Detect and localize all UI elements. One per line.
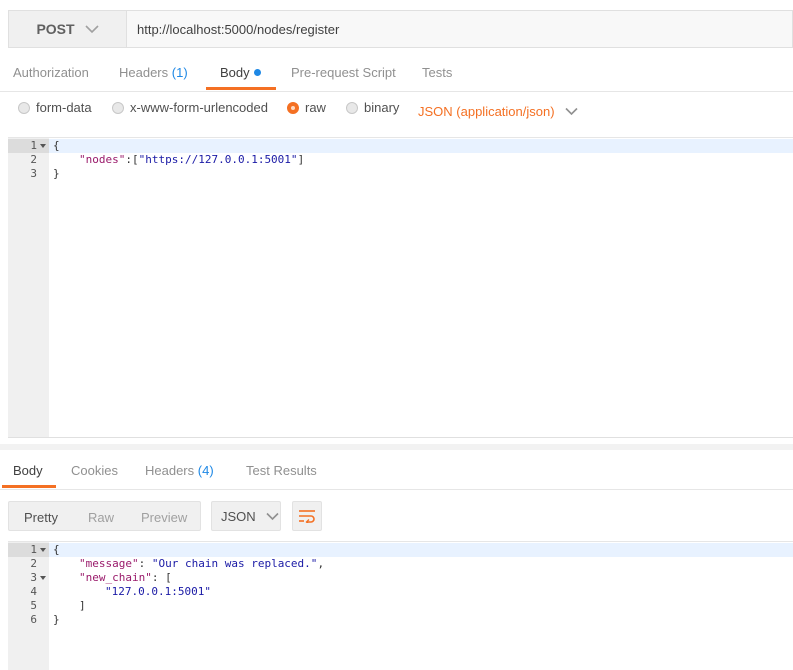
tab-authorization[interactable]: Authorization [13, 58, 89, 92]
content-type-label: JSON (application/json) [418, 104, 555, 119]
radio-label: form-data [36, 100, 92, 115]
code-text: } [53, 613, 60, 626]
method-dropdown[interactable]: POST [8, 10, 126, 48]
view-pretty-button[interactable]: Pretty [24, 510, 58, 525]
radio-x-www-form-urlencoded[interactable]: x-www-form-urlencoded [112, 100, 268, 115]
wrap-lines-icon [299, 510, 315, 523]
content-type-dropdown[interactable]: JSON (application/json) [418, 104, 578, 119]
json-string: "Our chain was replaced." [151, 557, 318, 570]
code-line: 3 } [8, 167, 793, 181]
modified-dot-icon [253, 69, 261, 76]
code-text: "nodes":["https://127.0.0.1:5001"] [79, 153, 304, 167]
code-line: 6 } [8, 613, 793, 627]
line-number: 5 [30, 599, 37, 612]
view-mode-group: Pretty Raw Preview [8, 501, 201, 531]
json-punct: ] [297, 153, 305, 166]
tab-label: Headers [145, 463, 195, 478]
radio-circle [18, 101, 30, 114]
tab-cookies[interactable]: Cookies [71, 456, 118, 490]
json-string: "https://127.0.0.1:5001" [138, 153, 298, 166]
active-tab-indicator [206, 87, 276, 90]
line-number: 3 [30, 167, 37, 180]
code-text: "message": "Our chain was replaced.", [79, 557, 324, 571]
tab-label: Test Results [246, 463, 317, 478]
response-format-label: JSON [221, 508, 256, 524]
radio-label: binary [364, 100, 400, 115]
wrap-lines-button[interactable] [292, 501, 322, 531]
radio-circle [112, 101, 124, 114]
json-string: "127.0.0.1:5001" [105, 585, 211, 598]
code-line: 3 "new_chain": [ [8, 571, 793, 585]
code-line: 1 { [8, 139, 793, 153]
tab-label: Authorization [13, 65, 89, 80]
response-format-dropdown[interactable]: JSON [211, 501, 281, 531]
tab-pre-request-script[interactable]: Pre-request Script [291, 58, 396, 92]
line-number: 2 [30, 557, 37, 570]
json-key: "message" [79, 557, 139, 570]
json-key: "nodes" [79, 153, 126, 166]
radio-form-data[interactable]: form-data [18, 100, 92, 115]
body-type-selector: form-data x-www-form-urlencoded raw bina… [0, 96, 793, 128]
json-punct: : [ [151, 571, 172, 584]
tab-label: Body [220, 65, 250, 80]
tab-label: Body [13, 463, 43, 478]
line-number: 6 [30, 613, 37, 626]
json-punct: : [138, 557, 152, 570]
tab-test-results[interactable]: Test Results [246, 456, 317, 490]
editor-gutter [8, 138, 49, 437]
radio-circle-selected [287, 101, 299, 114]
chevron-down-icon [564, 107, 578, 116]
request-body-editor[interactable]: 1 { 2 "nodes":["https://127.0.0.1:5001"]… [8, 137, 793, 438]
fold-arrow-icon[interactable] [40, 576, 46, 580]
fold-arrow-icon[interactable] [40, 548, 46, 552]
response-divider[interactable] [0, 444, 793, 450]
headers-count-badge: (1) [171, 65, 188, 80]
tab-headers[interactable]: Headers (1) [119, 58, 188, 92]
tab-label: Cookies [71, 463, 118, 478]
tab-label: Headers [119, 65, 169, 80]
code-line: 2 "message": "Our chain was replaced.", [8, 557, 793, 571]
radio-label: x-www-form-urlencoded [130, 100, 268, 115]
radio-raw[interactable]: raw [287, 100, 326, 115]
code-text: { [53, 543, 60, 556]
fold-arrow-icon[interactable] [40, 144, 46, 148]
headers-count-badge: (4) [197, 463, 214, 478]
radio-circle [346, 101, 358, 114]
code-text: ] [79, 599, 86, 612]
code-text: "new_chain": [ [79, 571, 172, 585]
tab-label: Tests [422, 65, 453, 80]
json-punct: , [317, 557, 325, 570]
radio-label: raw [305, 100, 326, 115]
code-line: 2 "nodes":["https://127.0.0.1:5001"] [8, 153, 793, 167]
code-line: 5 ] [8, 599, 793, 613]
code-text: { [53, 139, 60, 152]
tab-label: Pre-request Script [291, 65, 396, 80]
response-tabs: Body Cookies Headers (4) Test Results [0, 456, 793, 490]
view-preview-button[interactable]: Preview [141, 510, 187, 525]
url-text: http://localhost:5000/nodes/register [137, 21, 340, 37]
url-input[interactable]: http://localhost:5000/nodes/register [126, 10, 793, 48]
json-punct: :[ [125, 153, 139, 166]
method-label: POST [36, 21, 75, 37]
radio-binary[interactable]: binary [346, 100, 399, 115]
code-line: 4 "127.0.0.1:5001" [8, 585, 793, 599]
tab-response-headers[interactable]: Headers (4) [145, 456, 214, 490]
chevron-down-icon [84, 25, 99, 34]
view-raw-button[interactable]: Raw [88, 510, 114, 525]
line-number: 2 [30, 153, 37, 166]
json-key: "new_chain" [79, 571, 152, 584]
code-text: } [53, 167, 60, 180]
code-line: 1 { [8, 543, 793, 557]
line-number: 4 [30, 585, 37, 598]
tab-tests[interactable]: Tests [422, 58, 452, 92]
chevron-down-icon [266, 512, 279, 520]
active-tab-indicator [2, 485, 56, 488]
request-url-bar: POST http://localhost:5000/nodes/registe… [8, 10, 793, 48]
request-tabs: Authorization Headers (1) Body Pre-reque… [0, 58, 793, 92]
response-body-viewer[interactable]: 1 { 2 "message": "Our chain was replaced… [8, 541, 793, 670]
